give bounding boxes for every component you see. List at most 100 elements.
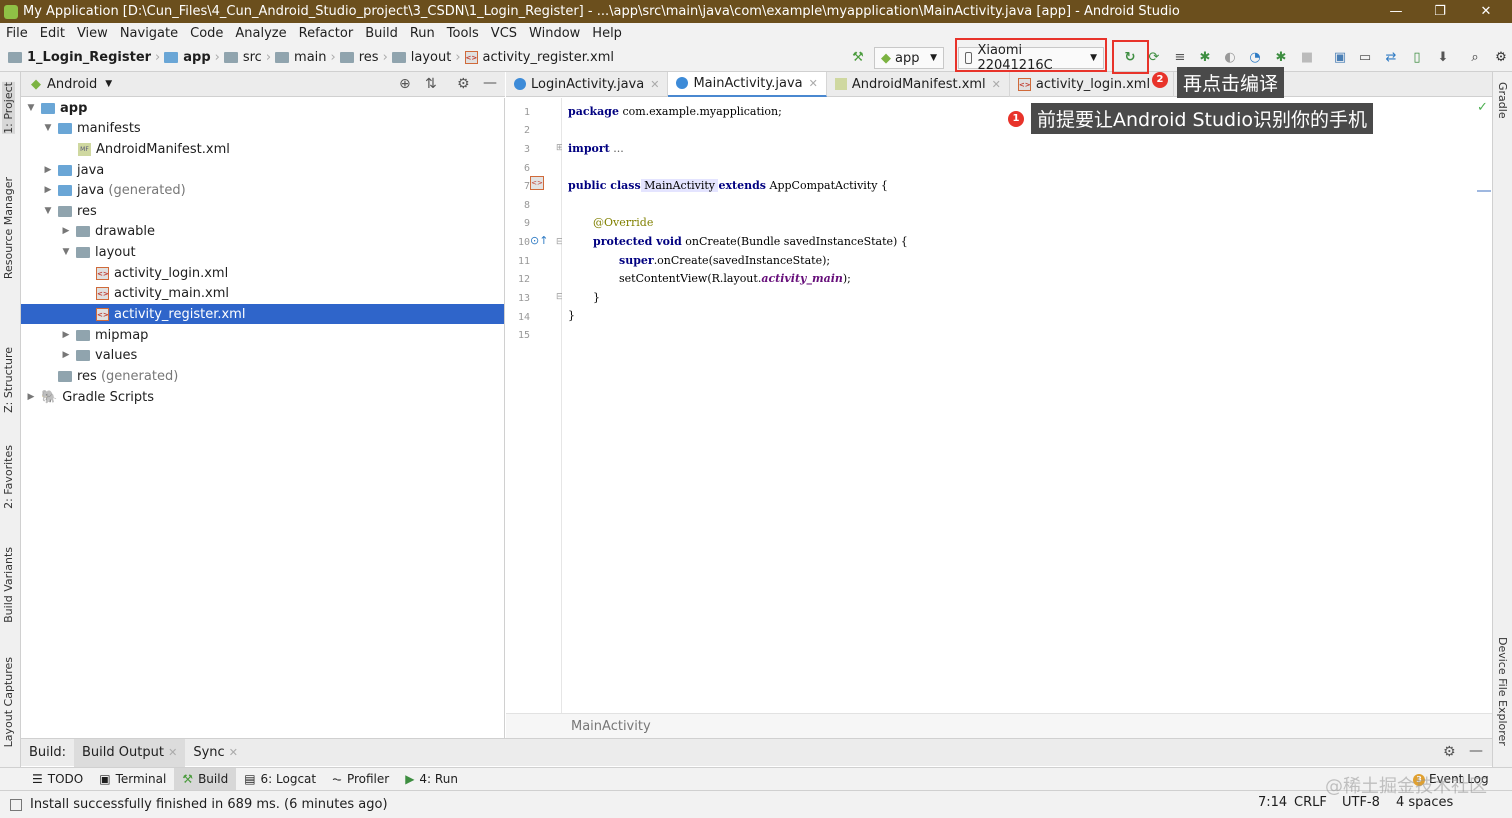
collapse-all-icon[interactable]: ⇅ xyxy=(425,76,437,92)
search-icon[interactable]: ⌕ xyxy=(1467,50,1483,66)
menu-view[interactable]: View xyxy=(77,26,108,41)
menu-refactor[interactable]: Refactor xyxy=(299,26,354,41)
menu-help[interactable]: Help xyxy=(592,26,622,41)
chevron-down-icon[interactable]: ▼ xyxy=(60,247,72,257)
breadcrumb-app[interactable]: app xyxy=(183,50,210,65)
tool-window-todo[interactable]: ☰ TODO xyxy=(24,768,91,791)
tree-node-gradle-scripts[interactable]: ▶ 🐘 Gradle Scripts xyxy=(25,387,155,407)
tab-androidmanifest[interactable]: AndroidManifest.xml ✕ xyxy=(827,71,1010,97)
tool-tab-device-file-explorer[interactable]: Device File Explorer xyxy=(1496,637,1509,746)
menu-vcs[interactable]: VCS xyxy=(491,26,517,41)
tab-loginactivity[interactable]: LoginActivity.java ✕ xyxy=(506,71,669,97)
chevron-right-icon[interactable]: ▶ xyxy=(42,165,54,175)
sync-gradle-icon[interactable]: ⇄ xyxy=(1383,50,1399,66)
device-manager-icon[interactable]: ▯ xyxy=(1409,50,1425,66)
chevron-right-icon[interactable]: ▶ xyxy=(60,330,72,340)
chevron-right-icon[interactable]: ▶ xyxy=(42,185,54,195)
close-icon[interactable]: ✕ xyxy=(229,746,238,759)
chevron-down-icon[interactable]: ▼ xyxy=(105,79,112,89)
chevron-down-icon[interactable]: ▼ xyxy=(42,123,54,133)
tree-node-drawable[interactable]: ▶ drawable xyxy=(60,221,156,241)
chevron-down-icon[interactable]: ▼ xyxy=(42,206,54,216)
override-marker-icon[interactable]: ⊙↑ xyxy=(530,234,548,247)
tool-window-run[interactable]: ▶ 4: Run xyxy=(397,768,466,791)
code-editor[interactable]: package com.example.myapplication; impor… xyxy=(562,98,1492,713)
tree-node-res[interactable]: ▼ res xyxy=(42,201,97,221)
tool-window-terminal[interactable]: ▣ Terminal xyxy=(91,768,174,791)
tab-sync[interactable]: Sync ✕ xyxy=(185,739,246,767)
tool-tab-build-variants[interactable]: Build Variants xyxy=(2,547,15,623)
inspection-ok-icon[interactable]: ✓ xyxy=(1477,100,1488,115)
tab-mainactivity[interactable]: MainActivity.java ✕ xyxy=(668,71,827,97)
tool-tab-resource-manager[interactable]: Resource Manager xyxy=(2,177,15,279)
close-icon[interactable]: ✕ xyxy=(650,78,659,91)
tree-node-java-generated[interactable]: ▶ java (generated) xyxy=(42,180,186,200)
status-toggle-icon[interactable] xyxy=(10,798,22,811)
settings-icon[interactable]: ⚙ xyxy=(1493,50,1509,66)
tool-tab-project[interactable]: 1: Project xyxy=(2,82,15,134)
tree-node-mipmap[interactable]: ▶ mipmap xyxy=(60,325,149,345)
tool-window-logcat[interactable]: ▤ 6: Logcat xyxy=(236,768,324,791)
menu-edit[interactable]: Edit xyxy=(40,26,65,41)
gear-icon[interactable]: ⚙ xyxy=(1443,744,1456,760)
tree-node-res-generated[interactable]: res (generated) xyxy=(58,366,178,386)
debug-attach-icon[interactable]: ✱ xyxy=(1273,50,1289,66)
menu-analyze[interactable]: Analyze xyxy=(235,26,286,41)
line-separator[interactable]: CRLF xyxy=(1294,795,1327,810)
close-icon[interactable]: ✕ xyxy=(809,77,818,90)
breadcrumb-res[interactable]: res xyxy=(359,50,379,65)
menu-code[interactable]: Code xyxy=(190,26,223,41)
breadcrumb-file[interactable]: activity_register.xml xyxy=(483,50,614,65)
layout-file-icon[interactable]: <> xyxy=(530,176,544,190)
gear-icon[interactable]: ⚙ xyxy=(457,76,470,92)
chevron-right-icon[interactable]: ▶ xyxy=(60,350,72,360)
tree-node-layout[interactable]: ▼ layout xyxy=(60,242,136,262)
debug-bug-icon[interactable]: ✱ xyxy=(1197,50,1213,66)
tree-node-values[interactable]: ▶ values xyxy=(60,345,138,365)
stop-icon[interactable]: ■ xyxy=(1299,50,1315,66)
tree-node-manifests[interactable]: ▼ manifests xyxy=(42,118,141,138)
close-icon[interactable]: ✕ xyxy=(168,746,177,759)
menu-run[interactable]: Run xyxy=(410,26,435,41)
menu-file[interactable]: File xyxy=(6,26,28,41)
minimize-button[interactable]: — xyxy=(1376,0,1416,23)
status-message[interactable]: Install successfully finished in 689 ms.… xyxy=(30,797,388,812)
tool-tab-layout-captures[interactable]: Layout Captures xyxy=(2,657,15,747)
tree-node-activity-login[interactable]: activity_login.xml xyxy=(96,263,228,283)
locate-icon[interactable]: ⊕ xyxy=(399,76,411,92)
close-button[interactable]: ✕ xyxy=(1466,0,1506,23)
tool-tab-gradle[interactable]: Gradle xyxy=(1496,82,1509,119)
menu-navigate[interactable]: Navigate xyxy=(120,26,178,41)
tree-node-activity-main[interactable]: activity_main.xml xyxy=(96,283,229,303)
breadcrumb-main[interactable]: main xyxy=(294,50,326,65)
tool-tab-favorites[interactable]: 2: Favorites xyxy=(2,445,15,509)
project-view-selector[interactable]: Android xyxy=(47,77,97,92)
menu-window[interactable]: Window xyxy=(529,26,580,41)
hide-icon[interactable]: — xyxy=(483,75,497,91)
tab-build-output[interactable]: Build Output ✕ xyxy=(74,738,186,767)
tree-node-activity-register[interactable]: activity_register.xml xyxy=(21,304,504,324)
restore-button[interactable]: ❐ xyxy=(1420,0,1460,23)
tree-node-app[interactable]: ▼ app xyxy=(25,98,88,118)
tree-node-java[interactable]: ▶ java xyxy=(42,160,105,180)
menu-build[interactable]: Build xyxy=(365,26,398,41)
tool-tab-structure[interactable]: Z: Structure xyxy=(2,347,15,413)
tab-activity-login[interactable]: activity_login.xml✕ xyxy=(1010,71,1175,97)
tool-window-profiler[interactable]: ⏦ Profiler xyxy=(324,768,397,791)
list-icon[interactable]: ≡ xyxy=(1172,50,1188,66)
profile-icon[interactable]: ◐ xyxy=(1222,50,1238,66)
hide-icon[interactable]: — xyxy=(1469,743,1483,759)
tool-window-build[interactable]: ⚒ Build xyxy=(174,767,237,791)
chevron-down-icon[interactable]: ▼ xyxy=(25,103,37,113)
project-structure-icon[interactable]: ▣ xyxy=(1332,50,1348,66)
hammer-icon[interactable]: ⚒ xyxy=(850,50,866,66)
caret-position[interactable]: 7:14 xyxy=(1258,795,1287,810)
breadcrumb-src[interactable]: src xyxy=(243,50,262,65)
avd-manager-icon[interactable]: ▭ xyxy=(1357,50,1373,66)
chevron-right-icon[interactable]: ▶ xyxy=(25,392,37,402)
chevron-right-icon[interactable]: ▶ xyxy=(60,226,72,236)
close-icon[interactable]: ✕ xyxy=(992,78,1001,91)
tree-node-androidmanifest[interactable]: MF AndroidManifest.xml xyxy=(78,139,230,159)
breadcrumb-project[interactable]: 1_Login_Register xyxy=(27,50,151,65)
editor-breadcrumb[interactable]: MainActivity xyxy=(506,713,1492,738)
